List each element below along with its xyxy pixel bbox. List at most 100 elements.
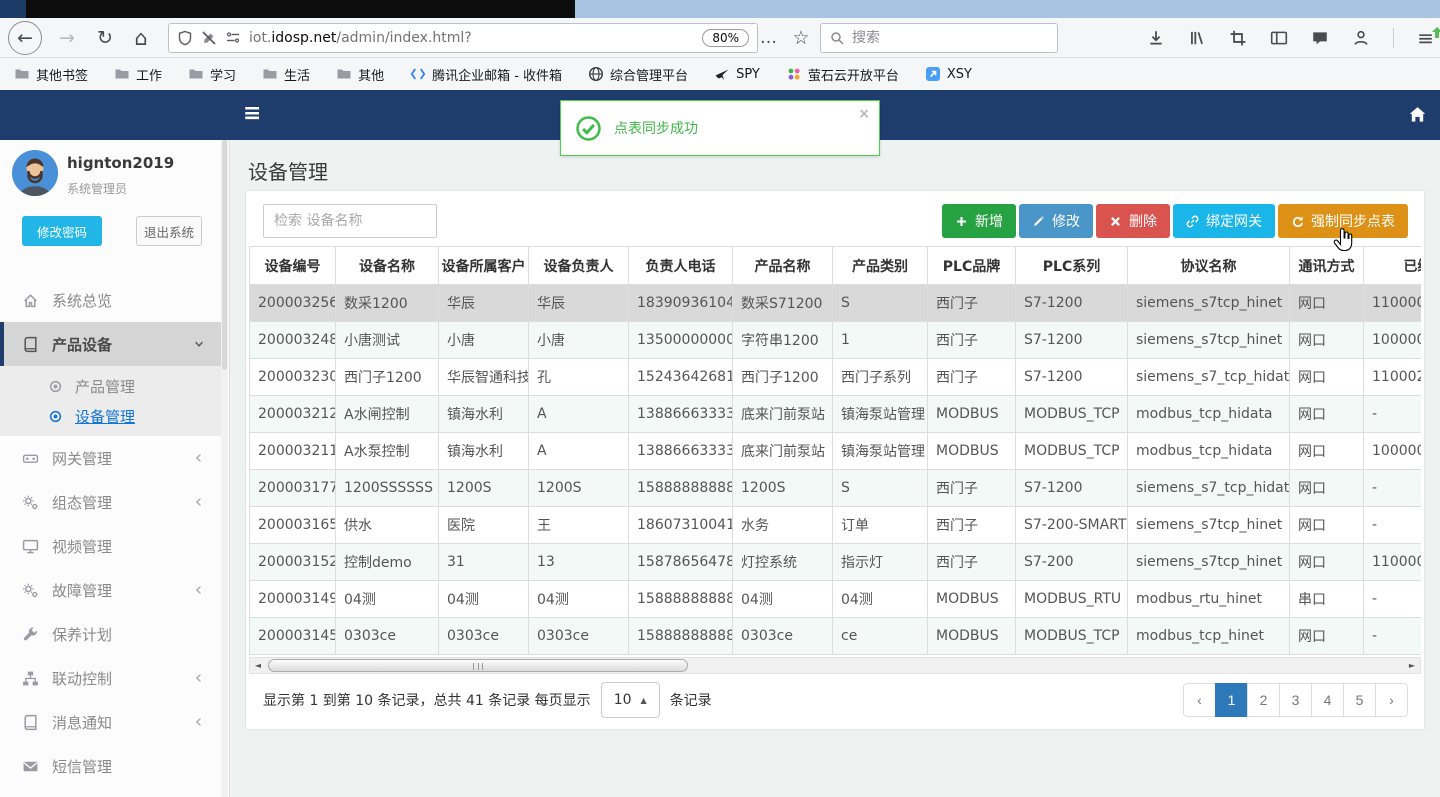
page-size-dropdown[interactable]: 10 ▲ (600, 682, 660, 718)
table-cell: 1100023 (1363, 358, 1421, 396)
device-table-wrap: 设备编号 设备名称 设备所属客户 设备负责人 负责人电话 产品名称 产品类别 PLC品牌 PLC… (249, 246, 1421, 655)
scroll-left-arrow[interactable]: ◄ (250, 658, 266, 673)
table-cell: 小唐测试 (335, 321, 439, 359)
browser-search-input[interactable] (852, 30, 1049, 46)
change-password-button[interactable]: 修改密码 (22, 216, 102, 246)
download-icon[interactable] (1147, 29, 1165, 47)
table-row[interactable]: 200003256 数采1200 华辰 华辰 18390936104 数采S71200 S 西… (249, 284, 1421, 322)
bookmark-label: XSY (946, 66, 972, 82)
sidebar-item-partial[interactable] (0, 788, 223, 797)
bookmark-label: 学习 (210, 68, 237, 84)
sidebar-subitem-产品管理[interactable]: 产品管理 (0, 371, 223, 401)
table-cell: A水闸控制 (335, 395, 439, 433)
table-row[interactable]: 200003248 小唐测试 小唐 小唐 13500000000 字符串1200 1 西门子 S… (249, 321, 1421, 359)
wrench-icon (22, 626, 39, 643)
browser-home-button[interactable]: ⌂ (124, 21, 158, 55)
sidebar-subitem-设备管理[interactable]: 设备管理 (0, 401, 223, 431)
logout-button[interactable]: 退出系统 (136, 216, 202, 246)
toast-close-icon[interactable]: × (858, 106, 870, 122)
bookmark-item[interactable]: 其他书签 (14, 65, 88, 84)
pager-prev-button[interactable]: ‹ (1183, 683, 1216, 717)
bookmark-item[interactable]: SPY (714, 66, 760, 82)
page-actions-button[interactable]: … (760, 23, 777, 53)
shield-icon[interactable] (177, 30, 193, 46)
scrollbar-thumb[interactable] (268, 659, 688, 672)
table-row[interactable]: 200003212 A水闸控制 镇海水利 A 13886663333 底来门前泵站 镇海泵站… (249, 395, 1421, 433)
sidebar-item-组态管理[interactable]: 组态管理 (0, 480, 223, 524)
pager-next-button[interactable]: › (1375, 683, 1408, 717)
table-cell: S (832, 469, 928, 507)
bookmark-item[interactable]: 其他 (336, 65, 384, 84)
chevron-left-icon (193, 584, 205, 596)
url-bar[interactable]: iot.idosp.net/admin/index.html? 80% (168, 23, 758, 53)
horizontal-scrollbar[interactable]: ◄ ► (249, 657, 1421, 674)
forward-button[interactable]: → (50, 21, 84, 55)
account-icon[interactable] (1352, 29, 1370, 47)
update-badge-icon (1432, 19, 1440, 43)
sidebar-item-保养计划[interactable]: 保养计划 (0, 612, 223, 656)
sidebar-item-联动控制[interactable]: 联动控制 (0, 656, 223, 700)
pager-page-3[interactable]: 3 (1279, 683, 1312, 717)
bookmark-item[interactable]: 萤石云开放平台 (786, 65, 899, 84)
circle-dot-icon (48, 409, 63, 424)
browser-search-bar[interactable] (820, 23, 1058, 53)
x-icon (1109, 215, 1122, 228)
sidebar-toggle-icon[interactable]: ≡ (243, 101, 261, 127)
table-row[interactable]: 200003152 控制demo 31 13 15878656478 灯控系统 指示灯 西门子… (249, 543, 1421, 581)
pager-page-4[interactable]: 4 (1311, 683, 1344, 717)
scroll-right-arrow[interactable]: ► (1404, 658, 1420, 673)
sidebar-item-故障管理[interactable]: 故障管理 (0, 568, 223, 612)
reload-button[interactable]: ↻ (88, 21, 122, 55)
sidebar-item-消息通知[interactable]: 消息通知 (0, 700, 223, 744)
bookmark-item[interactable]: 学习 (188, 65, 236, 84)
sidebar-item-label: 联动控制 (52, 669, 113, 688)
back-button[interactable]: ← (8, 21, 42, 55)
blocked-content-icon[interactable] (201, 30, 217, 46)
folder-icon (262, 66, 278, 82)
bookmark-item[interactable]: 腾讯企业邮箱 - 收件箱 (410, 65, 562, 84)
table-row[interactable]: 200003230 西门子1200 华辰智通科技孔 15243642681 西门子120… (249, 358, 1421, 396)
table-cell: 04测 (732, 580, 833, 618)
table-cell: 镇海泵站管理 (832, 432, 928, 470)
sidebar-scrollbar[interactable] (221, 140, 228, 797)
sidebar-scrollbar-thumb[interactable] (222, 140, 227, 370)
bookmark-item[interactable]: 综合管理平台 (588, 65, 688, 84)
hamburger-menu-icon[interactable]: ≡ (1417, 26, 1440, 50)
bookmark-star-icon[interactable]: ☆ (788, 23, 814, 53)
action-button-新增[interactable]: 新增 (942, 204, 1016, 238)
table-row[interactable]: 200003165 供水 医院王 18607310041 水务 订单 西门子 S7-200-S… (249, 506, 1421, 544)
table-cell: 网口 (1289, 358, 1364, 396)
table-cell: MODBUS_TCP (1015, 432, 1128, 470)
pocket-icon[interactable] (1311, 29, 1329, 47)
action-button-修改[interactable]: 修改 (1019, 204, 1093, 238)
screenshot-icon[interactable] (1229, 29, 1247, 47)
table-cell: siemens_s7_tcp_hidata (1127, 469, 1290, 507)
bookmark-item[interactable]: 生活 (262, 65, 310, 84)
table-cell: MODBUS (927, 617, 1016, 655)
pager-page-2[interactable]: 2 (1247, 683, 1280, 717)
sidebar-item-网关管理[interactable]: 网关管理 (0, 436, 223, 480)
device-search-input[interactable] (263, 204, 437, 238)
table-row[interactable]: 200003211 A水泵控制 镇海水利 A 13886663333 底来门前泵站 镇海泵站… (249, 432, 1421, 470)
pager-page-5[interactable]: 5 (1343, 683, 1376, 717)
sidebar-item-产品设备[interactable]: 产品设备 (0, 322, 223, 366)
bookmark-item[interactable]: XSY (925, 66, 972, 82)
sidebar-item-系统总览[interactable]: 系统总览 (0, 278, 223, 322)
sidebar-item-短信管理[interactable]: 短信管理 (0, 744, 223, 788)
pencil-icon (1032, 215, 1045, 228)
library-icon[interactable] (1188, 29, 1206, 47)
action-button-删除[interactable]: 删除 (1096, 204, 1170, 238)
app-home-icon[interactable] (1408, 105, 1427, 128)
permissions-icon[interactable] (225, 30, 241, 46)
bookmark-item[interactable]: 工作 (114, 65, 162, 84)
sidebar-item-视频管理[interactable]: 视频管理 (0, 524, 223, 568)
table-row[interactable]: 200003145 0303ce 0303ce 0303ce 15888888888 03… (249, 617, 1421, 655)
action-button-绑定网关[interactable]: 绑定网关 (1173, 204, 1275, 238)
url-text[interactable]: iot.idosp.net/admin/index.html? (249, 30, 694, 46)
pager-page-1[interactable]: 1 (1215, 683, 1248, 717)
table-row[interactable]: 200003149 04测 04测 04测 15888888888 04测 04测 MODBU… (249, 580, 1421, 618)
table-row[interactable]: 200003177 1200SSSSSS 1200S 1200S 15888888888… (249, 469, 1421, 507)
table-body: 200003256 数采1200 华辰 华辰 18390936104 数采S71200 S 西… (249, 284, 1421, 655)
zoom-level-badge[interactable]: 80% (702, 29, 749, 47)
sidebars-icon[interactable] (1270, 29, 1288, 47)
